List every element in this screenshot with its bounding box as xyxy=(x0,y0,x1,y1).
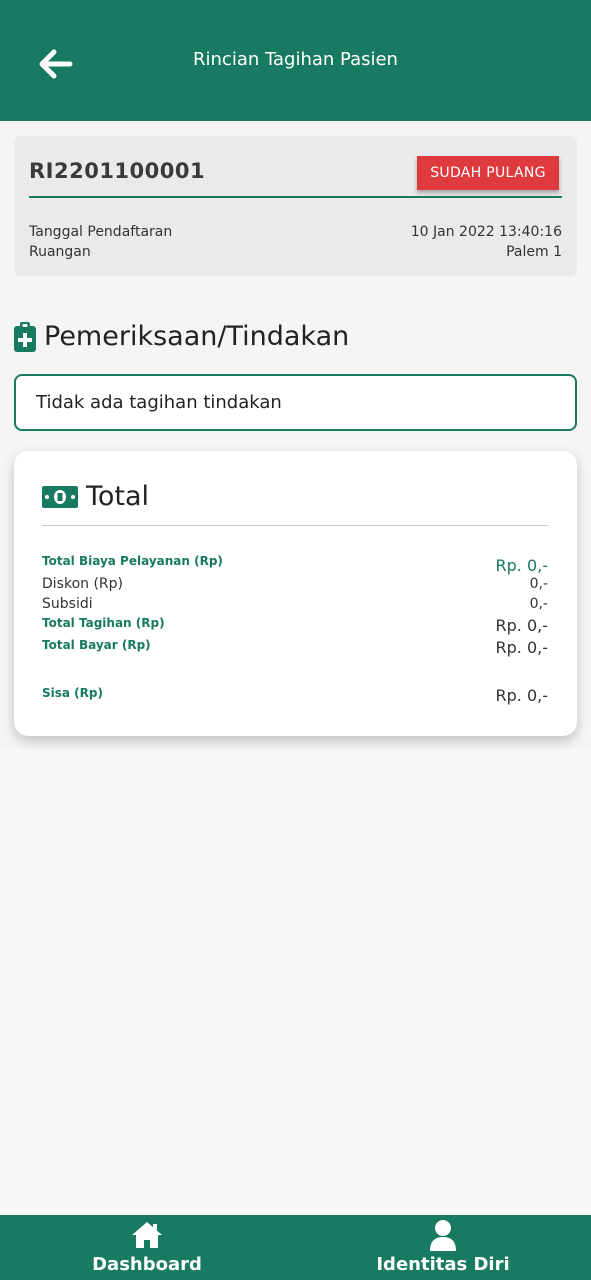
status-badge: SUDAH PULANG xyxy=(417,156,559,190)
room-label: Ruangan xyxy=(29,244,91,260)
bill-value: Rp. 0,- xyxy=(495,616,548,635)
page-title: Rincian Tagihan Pasien xyxy=(193,49,398,70)
total-row-service-cost: Total Biaya Pelayanan (Rp) Rp. 0,- xyxy=(42,554,548,575)
clipboard-plus-icon xyxy=(14,321,36,352)
service-cost-value: Rp. 0,- xyxy=(495,556,548,575)
nav-identity[interactable]: Identitas Diri xyxy=(343,1215,543,1280)
room-value: Palem 1 xyxy=(506,244,562,260)
total-row-paid: Total Bayar (Rp) Rp. 0,- xyxy=(42,638,548,657)
subsidy-label: Subsidi xyxy=(42,596,93,612)
money-bill-icon xyxy=(42,485,78,508)
nav-identity-label: Identitas Diri xyxy=(376,1254,510,1275)
info-row-registration-date: Tanggal Pendaftaran 10 Jan 2022 13:40:16 xyxy=(29,224,562,240)
total-title: Total xyxy=(86,481,150,512)
app-bar: Rincian Tagihan Pasien xyxy=(0,0,591,121)
home-icon xyxy=(132,1222,162,1248)
procedures-title: Pemeriksaan/Tindakan xyxy=(44,321,350,352)
bill-label: Total Tagihan (Rp) xyxy=(42,616,165,630)
remaining-label: Sisa (Rp) xyxy=(42,686,103,700)
service-cost-label: Total Biaya Pelayanan (Rp) xyxy=(42,554,223,568)
discount-value: 0,- xyxy=(529,576,548,592)
registration-date-label: Tanggal Pendaftaran xyxy=(29,224,173,240)
registration-divider xyxy=(29,196,562,198)
total-header: Total xyxy=(42,481,149,512)
total-divider xyxy=(42,525,548,526)
user-icon xyxy=(430,1220,456,1251)
total-row-discount: Diskon (Rp) 0,- xyxy=(42,576,548,592)
nav-dashboard[interactable]: Dashboard xyxy=(47,1215,247,1280)
total-row-remaining: Sisa (Rp) Rp. 0,- xyxy=(42,686,548,705)
procedures-empty-message: Tidak ada tagihan tindakan xyxy=(36,392,282,413)
subsidy-value: 0,- xyxy=(529,596,548,612)
registration-number: RI2201100001 xyxy=(29,159,206,183)
nav-dashboard-label: Dashboard xyxy=(92,1254,202,1275)
paid-value: Rp. 0,- xyxy=(495,638,548,657)
total-row-bill: Total Tagihan (Rp) Rp. 0,- xyxy=(42,616,548,635)
procedures-header: Pemeriksaan/Tindakan xyxy=(14,321,349,352)
registration-date-value: 10 Jan 2022 13:40:16 xyxy=(410,224,562,240)
total-card: Total Total Biaya Pelayanan (Rp) Rp. 0,-… xyxy=(14,451,577,736)
remaining-value: Rp. 0,- xyxy=(495,686,548,705)
bottom-nav: Dashboard Identitas Diri xyxy=(0,1215,591,1280)
info-row-room: Ruangan Palem 1 xyxy=(29,244,562,260)
total-row-subsidy: Subsidi 0,- xyxy=(42,596,548,612)
registration-card: RI2201100001 SUDAH PULANG Tanggal Pendaf… xyxy=(14,136,577,276)
paid-label: Total Bayar (Rp) xyxy=(42,638,151,652)
procedures-empty-box: Tidak ada tagihan tindakan xyxy=(14,374,577,431)
discount-label: Diskon (Rp) xyxy=(42,576,123,592)
